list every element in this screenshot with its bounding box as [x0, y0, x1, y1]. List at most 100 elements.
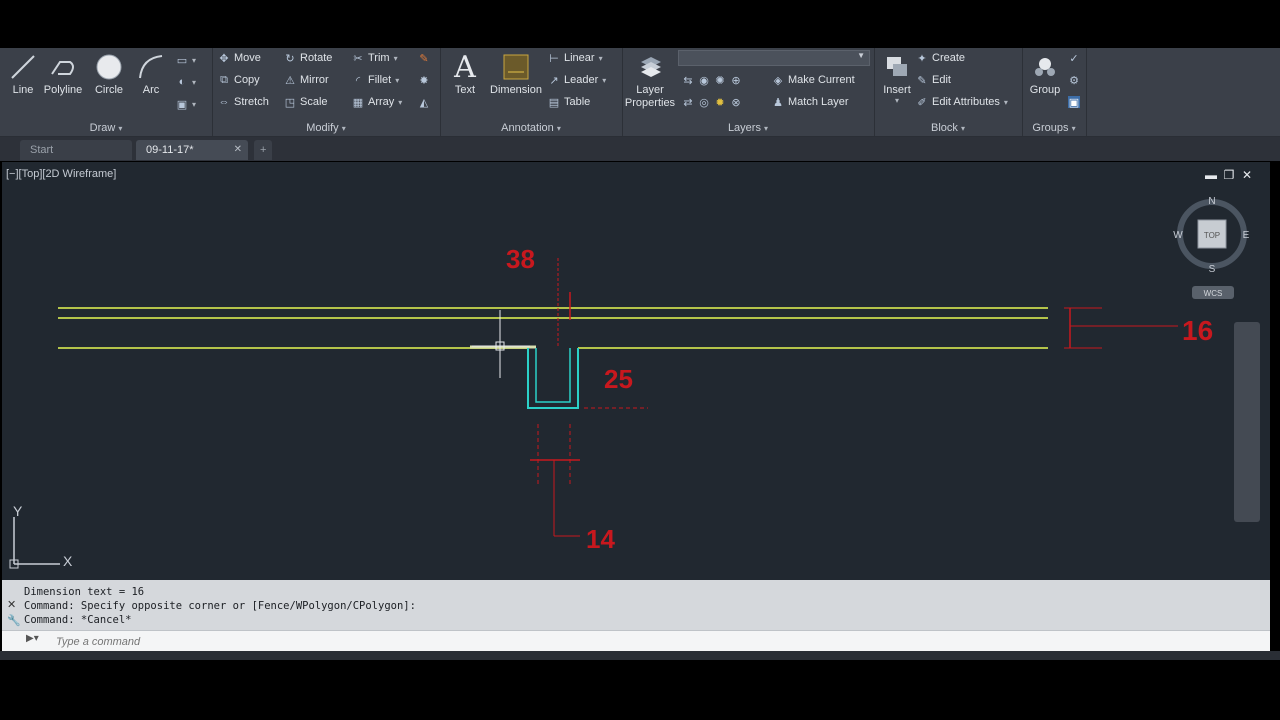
create-block-icon: ✦ — [917, 52, 927, 65]
group-button[interactable]: Group — [1022, 50, 1068, 96]
ungroup-icon: ✓ — [1069, 52, 1079, 65]
group-icon — [1022, 50, 1068, 84]
edit-attributes-icon: ✐ — [917, 96, 927, 109]
command-input[interactable] — [54, 633, 758, 650]
match-layer-icon: ♟ — [773, 96, 783, 109]
fillet-button[interactable]: ◜ Fillet ▾ — [352, 74, 399, 87]
viewcube-top-label: TOP — [1204, 231, 1220, 240]
trim-icon: ✂ — [353, 52, 363, 65]
circle-button[interactable]: Circle — [86, 50, 132, 96]
leader-icon: ↗ — [549, 74, 559, 87]
text-button[interactable]: A Text — [442, 50, 488, 97]
erase-icon: ✎ — [419, 52, 429, 65]
table-button[interactable]: ▤ Table — [548, 96, 591, 109]
drawing-viewport[interactable]: [−][Top][2D Wireframe] ▬ ❐ ✕ 38 16 25 14 — [2, 162, 1270, 580]
array-button[interactable]: ▦ Array ▾ — [352, 96, 403, 109]
navigation-bar[interactable] — [1234, 322, 1260, 522]
layer-lock-icon: ⊕ — [731, 74, 741, 87]
ungroup-button[interactable]: ✓ — [1068, 52, 1080, 65]
draw-panel: Line Polyline Circle Arc ▭ ▾ ◐ ▾ ▣ ▾ Draw ▾ — [0, 48, 213, 136]
command-input-bar: ▶▾ — [2, 630, 1270, 651]
copy-icon: ⧉ — [220, 73, 228, 86]
erase-button[interactable]: ✎ — [418, 52, 430, 65]
close-tab-icon[interactable]: ✕ — [234, 140, 242, 160]
polyline-button[interactable]: Polyline — [40, 50, 86, 96]
new-tab-button[interactable]: + — [254, 140, 272, 160]
text-label: Text — [454, 84, 476, 96]
block-panel-title[interactable]: Block ▾ — [874, 122, 1022, 134]
status-bar — [0, 651, 1280, 660]
group-selection-button[interactable]: ▣ — [1068, 96, 1080, 109]
customize-wrench-icon[interactable]: 🔧 — [7, 614, 21, 627]
leader-button[interactable]: ↗ Leader ▾ — [548, 74, 606, 87]
scale-button[interactable]: ◳ Scale — [284, 96, 328, 109]
copy-button[interactable]: ⧉ Copy — [218, 73, 260, 87]
draw-panel-title[interactable]: Draw ▾ — [0, 122, 212, 134]
move-button[interactable]: ✥ Move — [218, 52, 261, 65]
dimension-label: Dimension — [490, 84, 542, 96]
region-button[interactable]: ▣ ▾ — [176, 98, 196, 111]
insert-icon — [874, 50, 920, 84]
slot-inner-outline — [535, 348, 571, 403]
arc-icon — [128, 50, 174, 84]
group-edit-button[interactable]: ⚙ — [1068, 74, 1080, 87]
layer-dropdown[interactable]: ▼ — [678, 50, 870, 66]
arc-button[interactable]: Arc — [128, 50, 174, 96]
layer-freeze-icon: ✺ — [715, 74, 725, 87]
trim-button[interactable]: ✂ Trim ▾ — [352, 52, 397, 65]
hatch-button[interactable]: ◐ ▾ — [176, 76, 196, 88]
rotate-button[interactable]: ↻ Rotate — [284, 52, 332, 65]
compass-e: E — [1243, 230, 1250, 241]
edit-block-button[interactable]: ✎ Edit — [916, 74, 951, 87]
stretch-button[interactable]: ⇔ Stretch — [218, 96, 269, 108]
rectangle-button[interactable]: ▭ ▾ — [176, 54, 196, 67]
edit-attributes-button[interactable]: ✐ Edit Attributes ▾ — [916, 96, 1008, 109]
insert-dropdown-icon: ▾ — [894, 96, 899, 105]
layer-unisolate-icon: ◎ — [699, 96, 709, 109]
layer-tools-row-1[interactable]: ⇆ ◉ ✺ ⊕ — [682, 74, 742, 87]
match-layer-button[interactable]: ♟ Match Layer — [772, 96, 848, 109]
wcs-label: WCS — [1204, 289, 1223, 298]
command-prompt-icon[interactable]: ▶▾ — [26, 633, 39, 644]
offset-icon: ◭ — [419, 96, 429, 109]
insert-button[interactable]: Insert ▾ — [874, 50, 920, 105]
dim-16-text: 16 — [1182, 315, 1213, 346]
group-selection-icon: ▣ — [1068, 96, 1080, 109]
table-icon: ▤ — [548, 96, 560, 109]
close-command-line-icon[interactable]: ✕ — [7, 598, 16, 611]
layer-thaw-icon: ✹ — [715, 96, 725, 109]
groups-panel-title[interactable]: Groups ▾ — [1022, 122, 1086, 134]
stretch-icon: ⇔ — [218, 96, 230, 108]
tab-start[interactable]: Start — [20, 140, 132, 160]
layers-panel-title[interactable]: Layers ▾ — [622, 122, 874, 134]
linear-icon: ⊢ — [549, 52, 559, 65]
dimension-button[interactable]: Dimension — [488, 50, 544, 96]
dim-38-text: 38 — [506, 244, 535, 274]
group-label: Group — [1029, 84, 1061, 96]
layer-properties-label: Layer Properties — [624, 84, 676, 109]
fillet-icon: ◜ — [355, 74, 361, 87]
viewcube[interactable]: TOP N S E W WCS — [1173, 196, 1250, 299]
offset-button[interactable]: ◭ — [418, 96, 430, 109]
modify-panel-title[interactable]: Modify ▾ — [212, 122, 440, 134]
edit-block-icon: ✎ — [917, 74, 927, 87]
make-current-button[interactable]: ◈ Make Current — [772, 74, 855, 87]
tab-drawing[interactable]: 09-11-17* ✕ — [136, 140, 248, 160]
compass-s: S — [1209, 264, 1216, 275]
linear-button[interactable]: ⊢ Linear ▾ — [548, 52, 602, 65]
annotation-panel: A Text Dimension ⊢ Linear ▾ ↗ Leader ▾ ▤ Tabl… — [440, 48, 623, 136]
explode-button[interactable]: ✸ — [418, 74, 430, 87]
annotation-panel-title[interactable]: Annotation ▾ — [440, 122, 622, 134]
group-edit-icon: ⚙ — [1069, 74, 1079, 87]
rotate-icon: ↻ — [285, 52, 295, 65]
create-block-button[interactable]: ✦ Create — [916, 52, 965, 65]
mirror-button[interactable]: ⚠ Mirror — [284, 74, 329, 87]
layer-tools-row-2[interactable]: ⇄ ◎ ✹ ⊗ — [682, 96, 742, 109]
circle-label: Circle — [94, 84, 124, 96]
layer-off-icon: ⇆ — [683, 74, 693, 87]
ucs-x-label: X — [63, 553, 73, 569]
dim-25-text: 25 — [604, 364, 633, 394]
layer-properties-button[interactable]: Layer Properties — [624, 50, 676, 110]
chevron-down-icon: ▼ — [857, 51, 865, 60]
move-icon: ✥ — [219, 52, 229, 65]
